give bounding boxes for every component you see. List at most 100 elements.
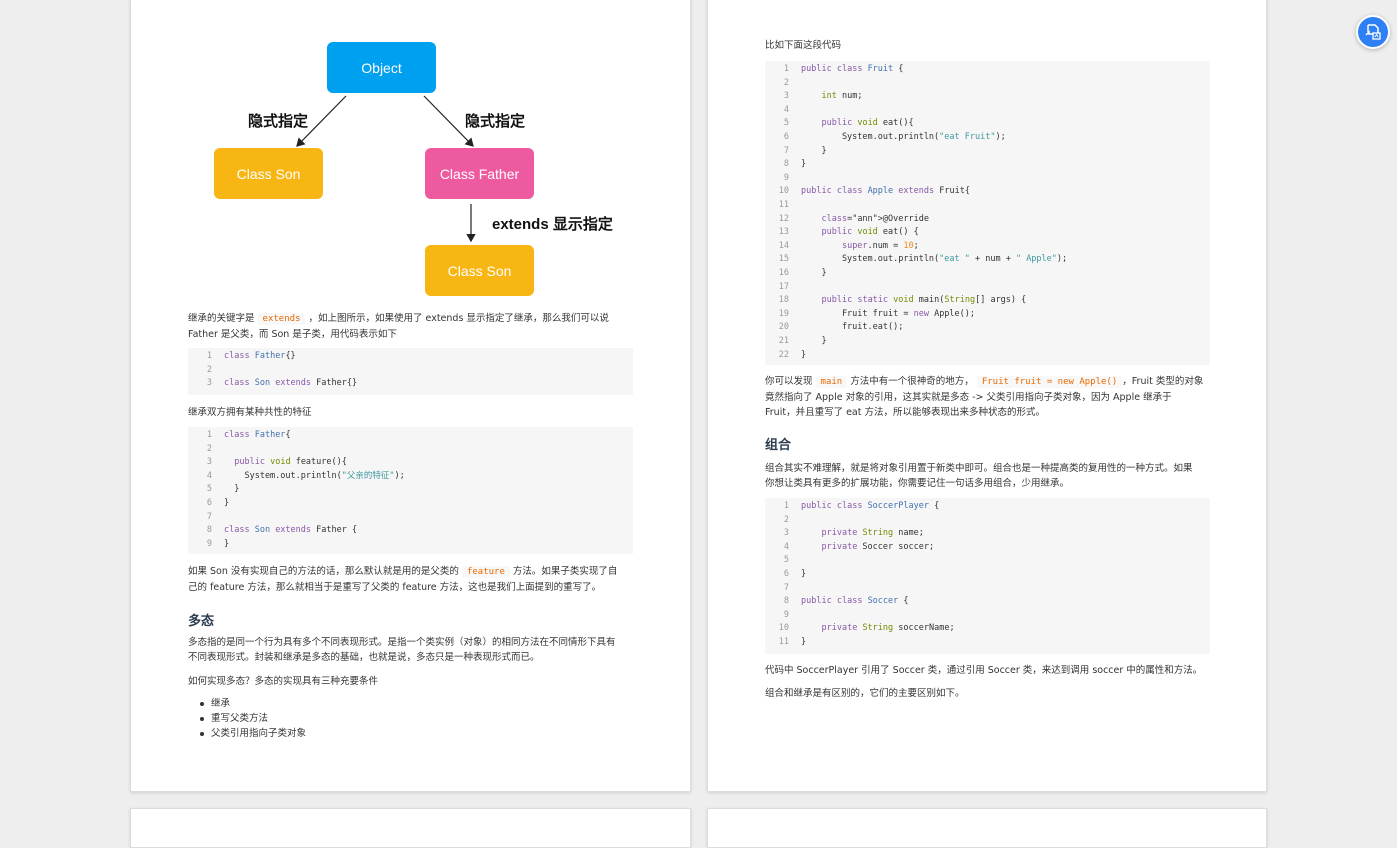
- inline-code-main: main: [815, 376, 848, 388]
- code-line: 11}: [765, 636, 1210, 650]
- code-line-text: public class SoccerPlayer {: [801, 501, 940, 511]
- code-line: 18 public static void main(String[] args…: [765, 294, 1210, 308]
- code-line-number: 3: [783, 528, 789, 539]
- code-line-number: 21: [778, 336, 789, 346]
- code-line-number: 7: [206, 511, 212, 522]
- code-line-text: public void eat() {: [821, 227, 919, 238]
- code-line-text: }: [801, 159, 807, 170]
- code-line: 6}: [765, 568, 1210, 582]
- code-line: 8}: [765, 158, 1210, 172]
- text: 不同表现形式。封装和继承是多态的基础，也就是说，多态只是一种表现形式而已。: [188, 652, 540, 663]
- code-line: 3 private String name;: [765, 527, 1210, 541]
- code-line: 5: [765, 554, 1210, 568]
- code-line: 20 fruit.eat();: [765, 321, 1210, 335]
- code-line-number: 13: [778, 227, 789, 238]
- document-page-next-right: [707, 808, 1267, 848]
- code-line-text: public void feature(){: [234, 457, 347, 468]
- diagram-label-implicit-left: 隐式指定: [248, 113, 309, 130]
- code-line: 3 int num;: [765, 90, 1210, 104]
- code-line-text: System.out.println("eat " + num + " Appl…: [801, 254, 1068, 265]
- code-line-text: class Father{}: [224, 351, 296, 361]
- code-line-number: 15: [778, 254, 789, 265]
- code-line-number: 4: [783, 104, 789, 115]
- list-item: 父类引用指向子类对象: [188, 726, 306, 741]
- diagram-node-class-father: Class Father: [425, 148, 534, 199]
- code-line-number: 4: [206, 470, 212, 481]
- paragraph-composition: 组合其实不难理解，就是将对象引用置于新类中即可。组合也是一种提高类的复用性的一种…: [765, 461, 1193, 491]
- code-line: 6 System.out.println("eat Fruit");: [765, 131, 1210, 145]
- code-block-father-son: 1 class Father{} 2 3 class Son extends Fathe…: [188, 348, 633, 395]
- code-line: 19 Fruit fruit = new Apple();: [765, 308, 1210, 322]
- diagram-label-extends: extends 显示指定: [492, 216, 613, 233]
- code-line: 8 public class Soccer {: [765, 595, 1210, 609]
- code-line-number: 5: [783, 118, 789, 129]
- code-line-text: }: [801, 637, 807, 647]
- code-line-number: 2: [206, 443, 212, 454]
- code-line-number: 2: [783, 514, 789, 525]
- code-line-number: 1: [783, 64, 789, 74]
- code-line: 11: [765, 199, 1210, 213]
- code-line-number: 3: [206, 457, 212, 468]
- code-line: 9}: [188, 538, 633, 552]
- list-item: 重写父类方法: [188, 711, 306, 726]
- code-line-number: 7: [783, 145, 789, 156]
- code-line: 7: [765, 582, 1210, 596]
- code-line: 4 System.out.println("父亲的特征");: [188, 470, 633, 484]
- code-line-text: }: [224, 538, 230, 549]
- code-line-number: 8: [783, 596, 789, 607]
- code-line: 4: [765, 104, 1210, 118]
- code-line-number: 1: [206, 351, 212, 361]
- code-line-text: }: [801, 336, 827, 346]
- code-line-text: public class Apple extends Fruit{: [801, 186, 970, 197]
- code-line: 1 public class SoccerPlayer {: [765, 500, 1210, 514]
- code-line: 17: [765, 281, 1210, 295]
- code-line: 6}: [188, 497, 633, 511]
- translate-doc-icon: [1365, 24, 1381, 40]
- code-line-number: 22: [778, 349, 789, 360]
- text: 如果 Son 没有实现自己的方法的话，那么默认就是用的是父类的: [188, 566, 459, 577]
- code-line-text: }: [224, 498, 230, 508]
- code-line: 12 class="ann">@Override: [765, 213, 1210, 227]
- inline-code-fruit-new-apple: Fruit fruit = new Apple(): [976, 376, 1123, 388]
- translate-document-button[interactable]: [1356, 15, 1390, 49]
- inline-code-feature: feature: [461, 566, 510, 578]
- code-line-text: class Son extends Father{}: [224, 378, 358, 389]
- code-line-number: 6: [783, 132, 789, 142]
- code-line-number: 20: [778, 322, 789, 333]
- code-block-soccer: 1 public class SoccerPlayer {2 3 private S…: [765, 498, 1210, 654]
- code-line: 2: [188, 443, 633, 457]
- code-line-text: private String name;: [821, 528, 924, 539]
- code-line: 10 private String soccerName;: [765, 622, 1210, 636]
- code-line-number: 1: [206, 430, 212, 440]
- code-block-fruit-apple: 1 public class Fruit {2 3 int num; 4 5 publi…: [765, 61, 1210, 365]
- code-line-text: }: [801, 349, 807, 360]
- document-page-left: Object Class Son Class Father Class Son …: [130, 0, 691, 792]
- text: 多态指的是同一个行为具有多个不同表现形式。是指一个类实例（对象）的相同方法在不同…: [188, 637, 616, 648]
- code-line-text: public static void main(String[] args) {: [821, 295, 1027, 306]
- code-line: 3 class Son extends Father{}: [188, 377, 633, 391]
- text: 继承的关键字是: [188, 313, 255, 324]
- code-line-text: private Soccer soccer;: [821, 541, 935, 552]
- code-line-text: System.out.println("eat Fruit");: [801, 132, 1006, 142]
- code-line-number: 4: [783, 541, 789, 552]
- code-line-text: class Father{: [224, 430, 291, 440]
- code-line-number: 2: [206, 364, 212, 375]
- code-line: 15 System.out.println("eat " + num + " A…: [765, 253, 1210, 267]
- code-line: 8 class Son extends Father {: [188, 524, 633, 538]
- code-line-number: 6: [206, 498, 212, 508]
- code-line-text: public void eat(){: [821, 118, 914, 129]
- text: 竟然指向了 Apple 对象的引用，这其实就是多态 -> 父类引用指向子类对象，…: [765, 392, 1172, 403]
- code-line: 16 }: [765, 267, 1210, 281]
- paragraph-polymorphism-explain: 你可以发现 main 方法中有一个很神奇的地方， Fruit fruit = n…: [765, 374, 1203, 420]
- paragraph-soccer-explain: 代码中 SoccerPlayer 引用了 Soccer 类，通过引用 Socce…: [765, 665, 1203, 676]
- diagram-label-implicit-right: 隐式指定: [465, 113, 526, 130]
- code-line-number: 5: [206, 484, 212, 495]
- text: Fruit，并且重写了 eat 方法，所以能够表现出来多种状态的形式。: [765, 407, 1045, 418]
- code-line-number: 11: [778, 200, 789, 210]
- paragraph-inheritance-keyword: 继承的关键字是 extends ，如上图所示，如果使用了 extends 显示指…: [188, 311, 609, 342]
- diagram-node-object: Object: [327, 42, 436, 93]
- code-line-text: }: [801, 145, 827, 156]
- code-line-number: 12: [778, 213, 789, 224]
- code-line-number: 2: [783, 77, 789, 88]
- text: ，如上图所示，如果使用了 extends 显示指定了继承，那么我们可以说: [308, 313, 609, 324]
